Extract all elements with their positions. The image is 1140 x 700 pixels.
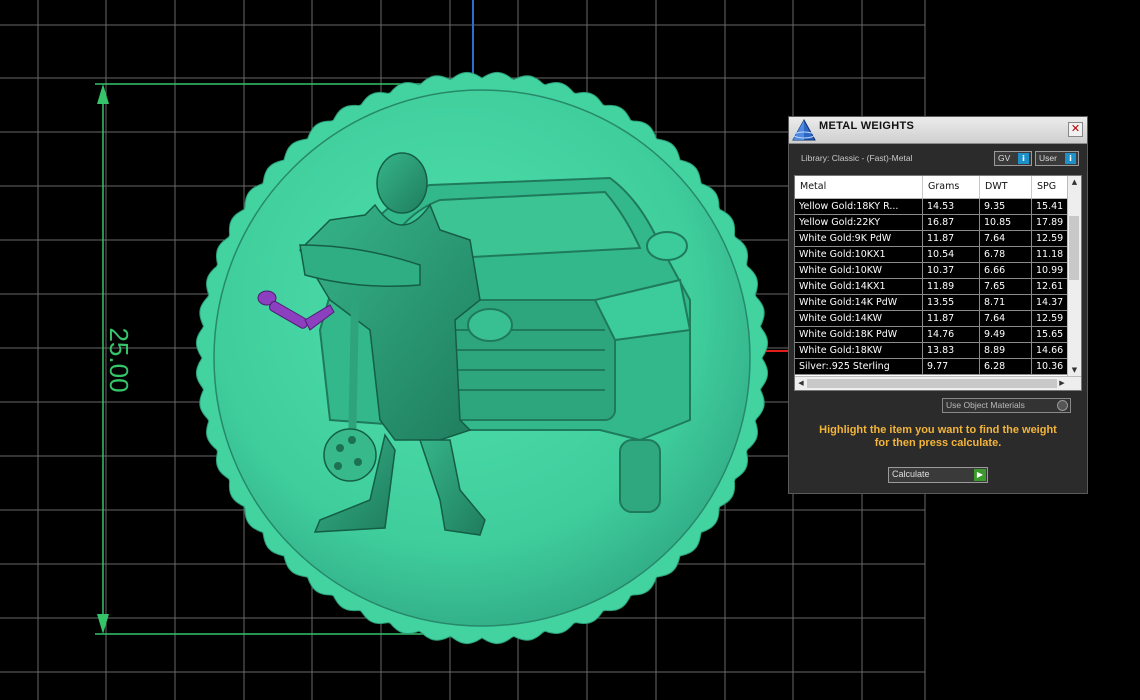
calculate-label: Calculate	[892, 469, 930, 479]
cell-dwt: 6.66	[980, 263, 1032, 278]
scroll-left-icon[interactable]: ◀	[795, 377, 807, 390]
table-row[interactable]: Silver:.925 Sterling 9.77 6.28 10.36	[795, 359, 1069, 375]
horizontal-scrollbar[interactable]: ◀ ▶	[795, 376, 1081, 390]
instruction-line-2: for then press calculate.	[874, 437, 1002, 449]
use-object-materials-label: Use Object Materials	[946, 400, 1025, 410]
cell-metal: White Gold:14K PdW	[795, 295, 923, 310]
play-arrow-icon[interactable]: ▶	[974, 469, 986, 481]
metal-table[interactable]: Metal Grams DWT SPG Yellow Gold:18KY R..…	[794, 175, 1082, 391]
cell-metal: White Gold:10KW	[795, 263, 923, 278]
cell-dwt: 6.78	[980, 247, 1032, 262]
radio-icon[interactable]	[1057, 400, 1068, 411]
cell-grams: 13.83	[923, 343, 980, 358]
cell-dwt: 7.64	[980, 231, 1032, 246]
cell-dwt: 6.28	[980, 359, 1032, 374]
cell-grams: 14.76	[923, 327, 980, 342]
gv-info-icon[interactable]: i	[1018, 153, 1029, 164]
calculate-button[interactable]: Calculate ▶	[888, 467, 988, 483]
cell-metal: White Gold:10KX1	[795, 247, 923, 262]
gv-toggle[interactable]: GV i	[994, 151, 1032, 166]
cell-grams: 9.77	[923, 359, 980, 374]
cell-dwt: 10.85	[980, 215, 1032, 230]
cell-grams: 13.55	[923, 295, 980, 310]
cell-grams: 10.54	[923, 247, 980, 262]
table-row[interactable]: Yellow Gold:22KY 16.87 10.85 17.89	[795, 215, 1069, 231]
cell-metal: White Gold:14KW	[795, 311, 923, 326]
dimension-value: 25.00	[104, 327, 134, 392]
pyramid-logo-icon	[792, 118, 816, 141]
cell-grams: 11.87	[923, 231, 980, 246]
table-row[interactable]: White Gold:10KW 10.37 6.66 10.99	[795, 263, 1069, 279]
gv-label: GV	[998, 153, 1011, 163]
cell-metal: White Gold:9K PdW	[795, 231, 923, 246]
cell-grams: 14.53	[923, 199, 980, 214]
table-row[interactable]: White Gold:14KW 11.87 7.64 12.59	[795, 311, 1069, 327]
close-icon[interactable]: ✕	[1068, 122, 1083, 137]
scroll-up-icon[interactable]: ▲	[1068, 176, 1081, 188]
cell-metal: Silver:.925 Sterling	[795, 359, 923, 374]
table-header: Metal Grams DWT SPG	[795, 176, 1069, 199]
horizontal-scroll-thumb[interactable]	[807, 379, 1057, 388]
table-row[interactable]: Yellow Gold:18KY R... 14.53 9.35 15.41	[795, 199, 1069, 215]
user-toggle[interactable]: User i	[1035, 151, 1079, 166]
column-header-metal[interactable]: Metal	[795, 176, 923, 198]
cell-metal: Yellow Gold:18KY R...	[795, 199, 923, 214]
panel-titlebar[interactable]: METAL WEIGHTS ✕	[789, 117, 1087, 144]
scroll-right-icon[interactable]: ▶	[1056, 377, 1068, 390]
cell-grams: 11.89	[923, 279, 980, 294]
vertical-scrollbar[interactable]: ▲ ▼	[1067, 176, 1081, 376]
user-label: User	[1039, 153, 1057, 163]
cell-dwt: 9.49	[980, 327, 1032, 342]
library-label: Library: Classic - (Fast)-Metal	[801, 153, 913, 163]
column-header-grams[interactable]: Grams	[923, 176, 980, 198]
instruction-text: Highlight the item you want to find the …	[789, 424, 1087, 450]
table-row[interactable]: White Gold:9K PdW 11.87 7.64 12.59	[795, 231, 1069, 247]
use-object-materials-option[interactable]: Use Object Materials	[942, 398, 1071, 413]
table-row[interactable]: White Gold:14KX1 11.89 7.65 12.61	[795, 279, 1069, 295]
table-row[interactable]: White Gold:10KX1 10.54 6.78 11.18	[795, 247, 1069, 263]
user-info-icon[interactable]: i	[1065, 153, 1076, 164]
cell-dwt: 7.65	[980, 279, 1032, 294]
cell-grams: 16.87	[923, 215, 980, 230]
cell-metal: White Gold:14KX1	[795, 279, 923, 294]
table-row[interactable]: White Gold:18K PdW 14.76 9.49 15.65	[795, 327, 1069, 343]
cell-grams: 10.37	[923, 263, 980, 278]
cell-dwt: 8.71	[980, 295, 1032, 310]
table-row[interactable]: White Gold:18KW 13.83 8.89 14.66	[795, 343, 1069, 359]
column-header-dwt[interactable]: DWT	[980, 176, 1032, 198]
scroll-down-icon[interactable]: ▼	[1068, 364, 1081, 376]
vertical-scroll-thumb[interactable]	[1069, 216, 1079, 280]
metal-weights-panel[interactable]: METAL WEIGHTS ✕ Library: Classic - (Fast…	[788, 116, 1088, 494]
cell-grams: 11.87	[923, 311, 980, 326]
cell-metal: Yellow Gold:22KY	[795, 215, 923, 230]
cell-dwt: 9.35	[980, 199, 1032, 214]
cell-metal: White Gold:18K PdW	[795, 327, 923, 342]
cell-dwt: 7.64	[980, 311, 1032, 326]
instruction-line-1: Highlight the item you want to find the …	[819, 424, 1057, 436]
table-row[interactable]: White Gold:14K PdW 13.55 8.71 14.37	[795, 295, 1069, 311]
cell-dwt: 8.89	[980, 343, 1032, 358]
table-body: Yellow Gold:18KY R... 14.53 9.35 15.41 Yello…	[795, 199, 1069, 375]
panel-title: METAL WEIGHTS	[819, 120, 915, 132]
cell-metal: White Gold:18KW	[795, 343, 923, 358]
